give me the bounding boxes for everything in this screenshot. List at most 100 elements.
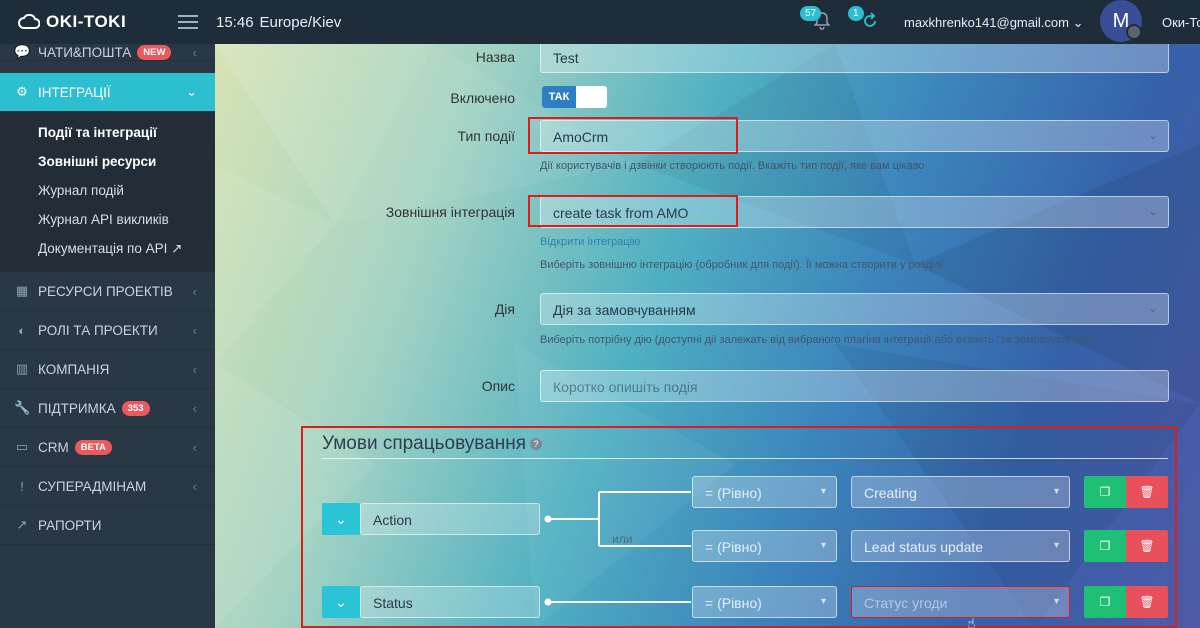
caret-down-icon: ▾ xyxy=(820,486,826,497)
exclamation-icon: ! xyxy=(20,478,24,494)
chat-icon: 💬 xyxy=(14,44,31,59)
submenu-events-integrations[interactable]: Події та інтеграції xyxy=(0,118,215,147)
condition-field-status[interactable]: Status xyxy=(360,586,540,618)
integrations-submenu: Події та інтеграції Зовнішні ресурси Жур… xyxy=(0,112,215,272)
operator-select[interactable]: = (Рівно) ▾ xyxy=(692,530,837,562)
chevron-left-icon: ‹ xyxy=(192,283,197,299)
or-label: или xyxy=(612,532,633,546)
pointer-cursor-icon: ☝ xyxy=(967,615,976,628)
sidebar-item-label: ПІДТРИМКА xyxy=(38,400,116,416)
operator-value: = (Рівно) xyxy=(705,485,762,501)
sidebar-item-label: РЕСУРСИ ПРОЕКТІВ xyxy=(38,283,173,299)
trash-icon: 🗑 xyxy=(1139,485,1155,499)
top-bar: OKI-TOKI 15:46 Europe/Kiev 57 1 maxkhrenk… xyxy=(0,0,1200,44)
chevron-down-icon: ⌄ xyxy=(1072,15,1084,30)
card-icon: ▭ xyxy=(15,439,29,454)
sidebar-item-company[interactable]: ▥ КОМПАНІЯ ‹ xyxy=(0,350,215,389)
expand-condition-button[interactable]: ⌄ xyxy=(322,503,360,535)
expand-condition-button[interactable]: ⌄ xyxy=(322,586,360,618)
time-value: 15:46 xyxy=(216,14,254,31)
submenu-api-docs-label: Документація по API xyxy=(38,241,168,256)
chevron-left-icon: ‹ xyxy=(192,322,197,338)
support-count-badge: 353 xyxy=(121,400,150,416)
copy-condition-button[interactable]: ❐ xyxy=(1084,586,1126,618)
clock: 15:46 Europe/Kiev xyxy=(216,14,341,31)
caret-down-icon: ▾ xyxy=(820,540,826,551)
condition-field-value: Status xyxy=(373,595,413,611)
caret-down-icon: ▾ xyxy=(1053,596,1059,607)
chevron-left-icon: ‹ xyxy=(192,478,197,494)
caret-down-icon: ▾ xyxy=(1053,486,1059,497)
refresh-icon[interactable]: 1 xyxy=(848,6,882,32)
value-text: Creating xyxy=(864,485,917,501)
sidebar-item-crm[interactable]: ▭ CRM BETA ‹ xyxy=(0,428,215,467)
sidebar-item-label: РАПОРТИ xyxy=(38,517,102,533)
bar-chart-icon: ▥ xyxy=(15,361,29,376)
sidebar-item-label: РОЛІ ТА ПРОЕКТИ xyxy=(38,322,158,338)
value-placeholder: Статус угоди xyxy=(864,595,948,611)
org-name[interactable]: Оки-То xyxy=(1162,15,1200,30)
bell-icon[interactable]: 57 xyxy=(800,6,834,32)
notifications-badge: 57 xyxy=(800,6,822,21)
sidebar-item-roles-projects[interactable]: ◐ РОЛІ ТА ПРОЕКТИ ‹ xyxy=(0,311,215,350)
wrench-icon: 🔧 xyxy=(14,400,31,415)
operator-value: = (Рівно) xyxy=(705,595,762,611)
copy-icon: ❐ xyxy=(1099,539,1111,553)
sidebar-item-label: СУПЕРАДМІНАМ xyxy=(38,478,147,494)
value-text: Lead status update xyxy=(864,539,984,555)
submenu-api-docs[interactable]: Документація по API ↗ xyxy=(0,234,215,264)
value-select[interactable]: Lead status update ▾ xyxy=(851,530,1070,562)
sidebar-item-label: ЧАТИ&ПОШТА xyxy=(38,44,132,60)
chevron-left-icon: ‹ xyxy=(192,400,197,416)
main-content: Назва Test Включено ТАК Тип події AmoCrm… xyxy=(215,44,1200,628)
trash-icon: 🗑 xyxy=(1139,595,1155,609)
chevron-down-icon: ⌄ xyxy=(335,510,347,527)
chevron-left-icon: ‹ xyxy=(192,361,197,377)
avatar[interactable]: M xyxy=(1100,0,1142,42)
cogs-icon: ⚙ xyxy=(16,84,28,99)
sidebar-item-chats[interactable]: 💬 ЧАТИ&ПОШТА NEW ‹ xyxy=(0,44,215,61)
sidebar-item-support[interactable]: 🔧 ПІДТРИМКА 353 ‹ xyxy=(0,389,215,428)
chevron-left-icon: ‹ xyxy=(192,44,197,60)
caret-down-icon: ▾ xyxy=(1053,540,1059,551)
value-select[interactable]: Creating ▾ xyxy=(851,476,1070,508)
trash-icon: 🗑 xyxy=(1139,539,1155,553)
status-dot xyxy=(1126,24,1142,40)
value-select[interactable]: Статус угоди ▾ xyxy=(851,586,1070,618)
submenu-event-log[interactable]: Журнал подій xyxy=(0,176,215,205)
new-badge: NEW xyxy=(137,44,172,60)
chevron-left-icon: ‹ xyxy=(192,439,197,455)
logo-text: OKI-TOKI xyxy=(46,12,127,31)
logo[interactable]: OKI-TOKI xyxy=(18,12,126,32)
submenu-external-resources[interactable]: Зовнішні ресурси xyxy=(0,147,215,176)
grid-icon: ▦ xyxy=(15,283,29,298)
sidebar: 💬 ЧАТИ&ПОШТА NEW ‹ ⚙ ІНТЕГРАЦІЇ ⌄ Події … xyxy=(0,44,215,628)
delete-condition-button[interactable]: 🗑 xyxy=(1126,530,1168,562)
tasks-badge: 1 xyxy=(848,6,864,21)
sidebar-item-reports[interactable]: ↗ РАПОРТИ xyxy=(0,506,215,545)
timezone: Europe/Kiev xyxy=(259,14,342,31)
sidebar-item-superadmins[interactable]: ! СУПЕРАДМІНАМ ‹ xyxy=(0,467,215,506)
sidebar-item-label: CRM xyxy=(38,439,69,455)
user-email: maxkhrenko141@gmail.com xyxy=(904,15,1069,30)
chevron-down-icon: ⌄ xyxy=(335,593,347,610)
user-menu[interactable]: maxkhrenko141@gmail.com ⌄ xyxy=(904,15,1083,31)
operator-select[interactable]: = (Рівно) ▾ xyxy=(692,476,837,508)
caret-down-icon: ▾ xyxy=(820,596,826,607)
sidebar-item-label: ІНТЕГРАЦІЇ xyxy=(38,84,111,100)
copy-icon: ❐ xyxy=(1099,485,1111,499)
delete-condition-button[interactable]: 🗑 xyxy=(1126,586,1168,618)
operator-select[interactable]: = (Рівно) ▾ xyxy=(692,586,837,618)
submenu-api-log[interactable]: Журнал API викликів xyxy=(0,205,215,234)
copy-condition-button[interactable]: ❐ xyxy=(1084,530,1126,562)
operator-value: = (Рівно) xyxy=(705,539,762,555)
sidebar-item-integrations[interactable]: ⚙ ІНТЕГРАЦІЇ ⌄ xyxy=(0,73,215,112)
condition-field-action[interactable]: Action xyxy=(360,503,540,535)
menu-toggle-icon[interactable] xyxy=(178,15,198,29)
copy-condition-button[interactable]: ❐ xyxy=(1084,476,1126,508)
cloud-logo-icon xyxy=(18,14,40,29)
sidebar-item-label: КОМПАНІЯ xyxy=(38,361,110,377)
delete-condition-button[interactable]: 🗑 xyxy=(1126,476,1168,508)
copy-icon: ❐ xyxy=(1099,595,1111,609)
sidebar-item-project-resources[interactable]: ▦ РЕСУРСИ ПРОЕКТІВ ‹ xyxy=(0,272,215,311)
